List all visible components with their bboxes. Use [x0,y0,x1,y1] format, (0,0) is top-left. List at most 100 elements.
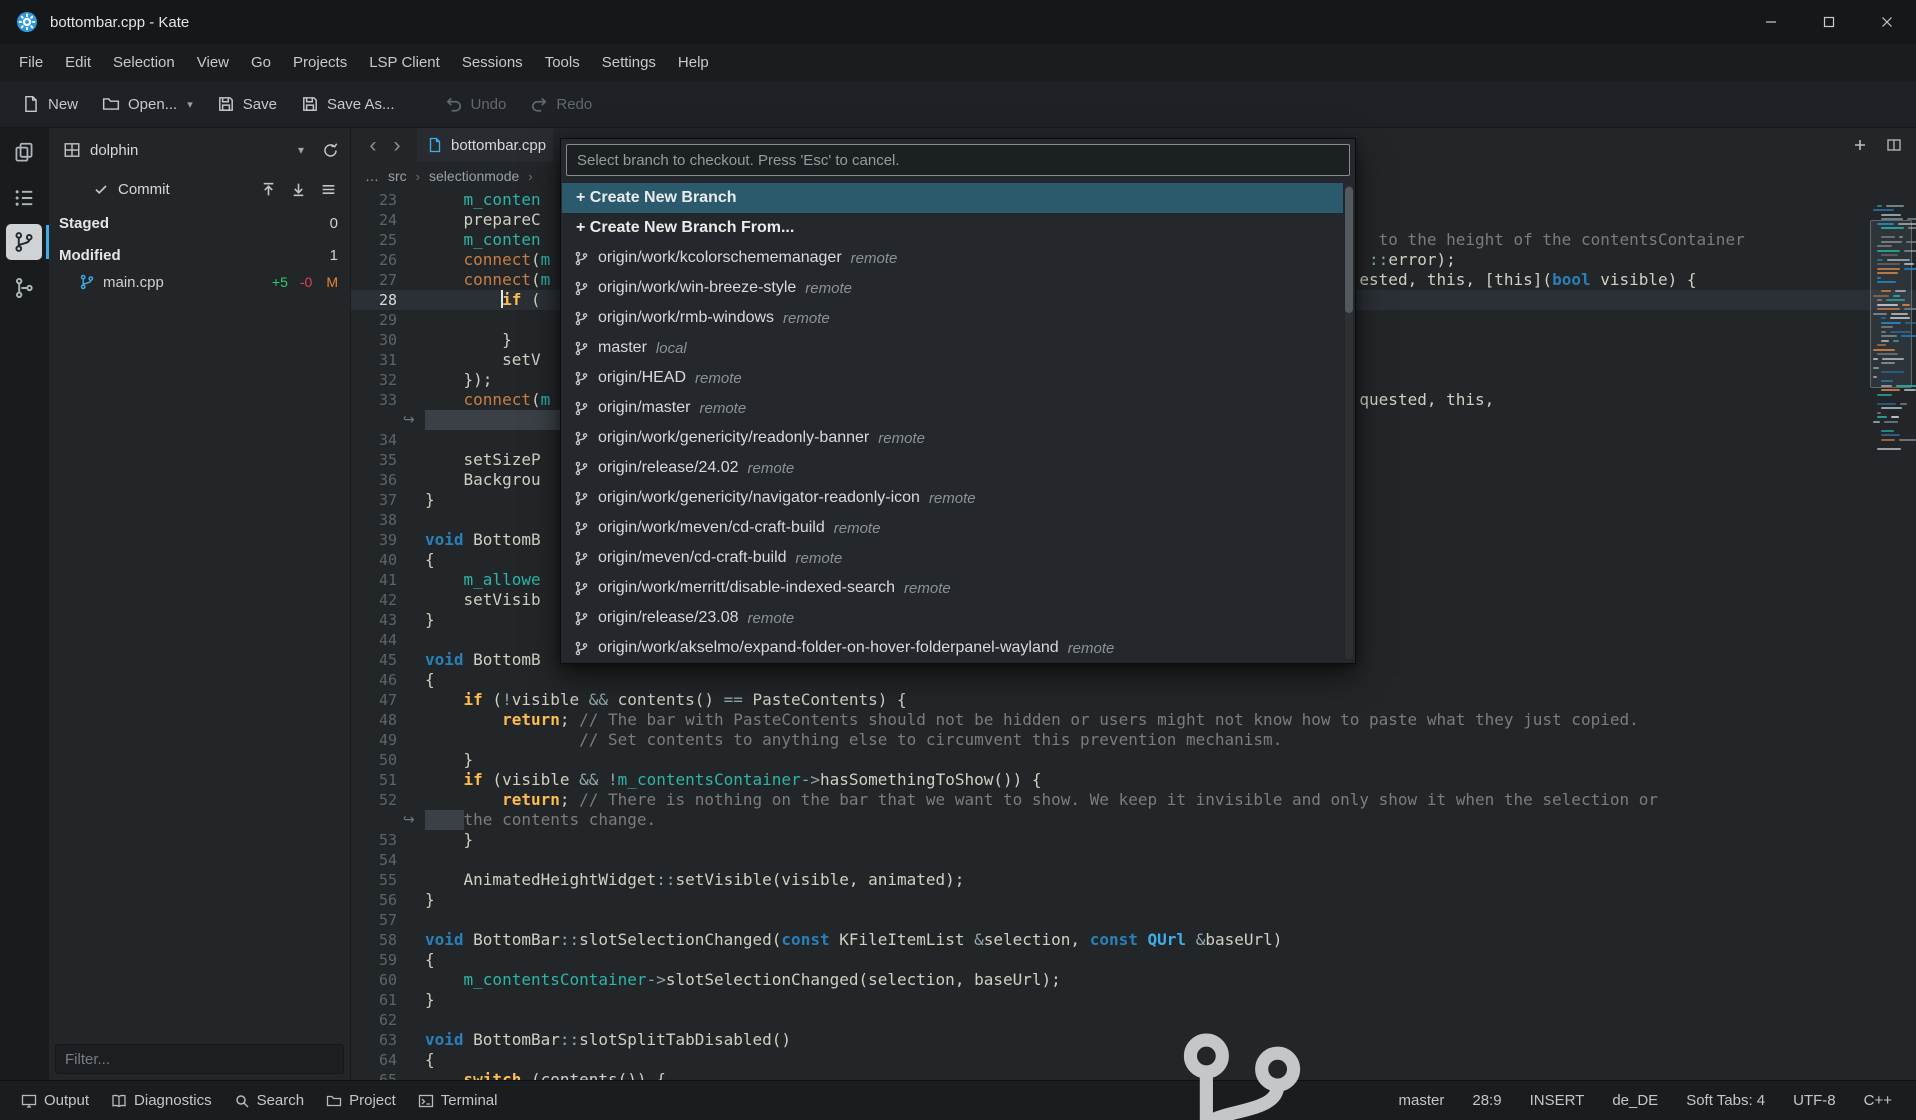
branch-search-input[interactable]: Select branch to checkout. Press 'Esc' t… [566,144,1350,176]
code-line[interactable]: 50 } [351,750,1916,770]
branch-item[interactable]: origin/release/24.02remote [562,453,1343,483]
maximize-button[interactable] [1800,0,1858,44]
branch-item[interactable]: origin/work/meven/cd-craft-buildremote [562,513,1343,543]
branch-action-item[interactable]: + Create New Branch From... [562,213,1343,243]
project-name: dolphin [90,142,138,159]
fold-marker [403,570,425,590]
sidebar-symbols-button[interactable] [6,180,42,216]
save-as-button[interactable]: Save As... [291,89,405,119]
code-line[interactable]: 58void BottomBar::slotSelectionChanged(c… [351,930,1916,950]
minimize-button[interactable] [1742,0,1800,44]
branch-item[interactable]: origin/work/win-breeze-styleremote [562,273,1343,303]
code-line[interactable]: 52 return; // There is nothing on the ba… [351,790,1916,810]
code-line-wrap[interactable]: ↪the contents change. [351,810,1916,830]
tab-bottombar-cpp[interactable]: bottombar.cpp [417,128,553,162]
commit-button[interactable]: Commit [93,181,252,198]
code-line[interactable]: 60 m_contentsContainer->slotSelectionCha… [351,970,1916,990]
branch-item[interactable]: origin/HEADremote [562,363,1343,393]
branch-item[interactable]: origin/release/23.08remote [562,603,1343,633]
menu-item-edit[interactable]: Edit [54,44,102,81]
line-number: 45 [351,650,403,670]
statusbar-encoding[interactable]: UTF-8 [1779,1081,1850,1120]
branch-item[interactable]: origin/work/kcolorschememanagerremote [562,243,1343,273]
code-line[interactable]: 57 [351,910,1916,930]
sidebar-commit-graph-button[interactable] [6,270,42,306]
menu-item-selection[interactable]: Selection [102,44,186,81]
code-line[interactable]: 54 [351,850,1916,870]
modified-section[interactable]: Modified 1 [49,242,350,268]
statusbar-diagnostics[interactable]: Diagnostics [100,1081,223,1120]
minimap[interactable] [1870,194,1912,1076]
branch-item[interactable]: masterlocal [562,333,1343,363]
statusbar-project[interactable]: Project [315,1081,407,1120]
open-button-label: Open... [128,96,177,113]
code-line[interactable]: 59{ [351,950,1916,970]
sidebar-documents-button[interactable] [6,134,42,170]
branch-item[interactable]: origin/work/akselmo/expand-folder-on-hov… [562,633,1343,662]
push-button[interactable] [254,175,282,203]
breadcrumb-selectionmode[interactable]: selectionmode [429,168,519,184]
branch-item[interactable]: origin/work/genericity/navigator-readonl… [562,483,1343,513]
branch-item[interactable]: origin/meven/cd-craft-buildremote [562,543,1343,573]
branch-item[interactable]: origin/masterremote [562,393,1343,423]
branch-action-item[interactable]: + Create New Branch [562,183,1343,213]
menu-item-settings[interactable]: Settings [591,44,667,81]
line-number: 47 [351,690,403,710]
menu-item-lsp-client[interactable]: LSP Client [358,44,451,81]
menu-item-view[interactable]: View [186,44,240,81]
refresh-button[interactable] [316,136,344,164]
branch-action-label: + Create New Branch From... [576,219,794,237]
branch-item[interactable]: origin/work/merritt/disable-indexed-sear… [562,573,1343,603]
git-menu-button[interactable] [314,175,342,203]
breadcrumb-ellipsis[interactable]: … [365,168,379,184]
code-line[interactable]: 47 if (!visible && contents() == PasteCo… [351,690,1916,710]
code-line[interactable]: 48 return; // The bar with PasteContents… [351,710,1916,730]
menu-item-go[interactable]: Go [240,44,282,81]
code-line[interactable]: 53 } [351,830,1916,850]
redo-button[interactable]: Redo [520,89,602,119]
back-button[interactable]: ‹ [361,133,385,157]
code-line[interactable]: 55 AnimatedHeightWidget::setVisible(visi… [351,870,1916,890]
git-file-row[interactable]: main.cpp +5 -0 M [49,268,350,296]
code-line[interactable]: 61} [351,990,1916,1010]
menu-item-help[interactable]: Help [667,44,720,81]
branch-item[interactable]: origin/work/genericity/readonly-bannerre… [562,423,1343,453]
pull-button[interactable] [284,175,312,203]
staged-section[interactable]: Staged 0 [49,210,350,236]
branch-item[interactable]: origin/work/rmb-windowsremote [562,303,1343,333]
statusbar-tab-mode[interactable]: Soft Tabs: 4 [1672,1081,1779,1120]
project-selector[interactable]: dolphin ▾ [55,134,312,166]
filter-input[interactable] [55,1044,344,1074]
code-line[interactable]: 49 // Set contents to anything else to c… [351,730,1916,750]
menu-item-file[interactable]: File [8,44,54,81]
statusbar-cursor-position[interactable]: 28:9 [1458,1081,1515,1120]
sidebar-git-button[interactable] [6,224,42,260]
statusbar-branch[interactable]: master [1078,1081,1459,1120]
statusbar-dictionary[interactable]: de_DE [1598,1081,1672,1120]
menu-item-tools[interactable]: Tools [534,44,591,81]
close-button[interactable] [1858,0,1916,44]
new-tab-button[interactable] [1846,131,1874,159]
fold-marker [403,710,425,730]
code-line[interactable]: 46{ [351,670,1916,690]
split-view-button[interactable] [1880,131,1908,159]
code-line[interactable]: 51 if (visible && !m_contentsContainer->… [351,770,1916,790]
statusbar-search[interactable]: Search [223,1081,316,1120]
open-button[interactable]: Open... ▾ [92,89,203,119]
new-button[interactable]: New [12,89,88,119]
scrollbar-handle[interactable] [1345,187,1353,313]
statusbar-terminal[interactable]: Terminal [407,1081,509,1120]
menu-item-projects[interactable]: Projects [282,44,358,81]
statusbar-language[interactable]: C++ [1850,1081,1906,1120]
line-number: 24 [351,210,403,230]
code-line[interactable]: 56} [351,890,1916,910]
breadcrumb-src[interactable]: src [388,168,407,184]
fold-marker [403,890,425,910]
forward-button[interactable]: › [385,133,409,157]
statusbar-input-mode[interactable]: INSERT [1516,1081,1599,1120]
branch-list-scrollbar[interactable] [1345,185,1353,659]
save-button[interactable]: Save [207,89,287,119]
statusbar-output[interactable]: Output [10,1081,100,1120]
menu-item-sessions[interactable]: Sessions [451,44,534,81]
undo-button[interactable]: Undo [435,89,517,119]
